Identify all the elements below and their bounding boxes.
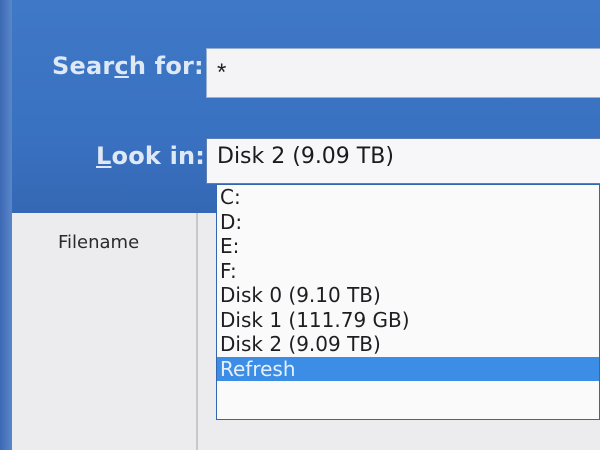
file-search-window: Search for: Look in: Disk 2 (9.09 TB) Fi… [0,0,600,450]
filename-column-header[interactable]: Filename [58,232,139,253]
search-for-label: Search for: [52,52,204,80]
look-in-combobox[interactable]: Disk 2 (9.09 TB) [206,138,600,184]
look-in-label: Look in: [96,142,206,170]
dropdown-item-disk-1[interactable]: Disk 1 (111.79 GB) [217,308,599,333]
search-input[interactable] [206,48,600,98]
look-in-selected-value: Disk 2 (9.09 TB) [217,144,394,169]
column-divider [196,213,198,450]
dropdown-item-e-drive[interactable]: E: [217,234,599,259]
dropdown-item-f-drive[interactable]: F: [217,259,599,284]
look-in-dropdown-list[interactable]: C: D: E: F: Disk 0 (9.10 TB) Disk 1 (111… [216,184,600,420]
dropdown-item-d-drive[interactable]: D: [217,210,599,235]
window-left-edge [0,0,12,450]
dropdown-item-disk-2[interactable]: Disk 2 (9.09 TB) [217,332,599,357]
dropdown-item-c-drive[interactable]: C: [217,185,599,210]
dropdown-item-disk-0[interactable]: Disk 0 (9.10 TB) [217,283,599,308]
dropdown-item-refresh[interactable]: Refresh [217,356,599,381]
